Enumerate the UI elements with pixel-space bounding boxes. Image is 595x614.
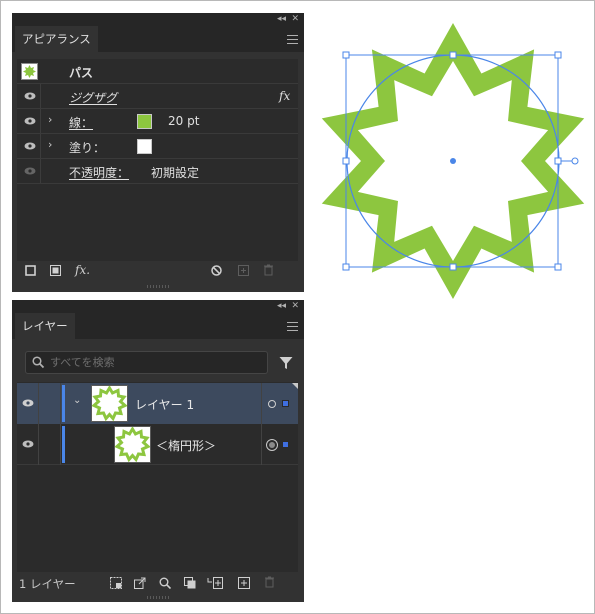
selection-indicator[interactable] — [282, 400, 289, 407]
handle-top-left[interactable] — [342, 51, 350, 59]
locate-object-icon[interactable] — [159, 577, 171, 589]
handle-bottom[interactable] — [449, 263, 457, 271]
search-icon — [32, 356, 45, 369]
duplicate-item-icon — [238, 265, 249, 279]
handle-right[interactable] — [554, 157, 562, 165]
selection-indicator[interactable] — [282, 441, 289, 448]
row-divider — [40, 159, 41, 183]
eye-icon[interactable] — [22, 399, 34, 407]
export-icon[interactable] — [134, 577, 146, 589]
row-divider — [40, 84, 41, 108]
pie-widget-handle[interactable] — [571, 157, 579, 165]
collapse-icon[interactable]: ◂◂ — [277, 300, 286, 313]
stroke-label[interactable]: 線： — [69, 114, 93, 131]
handle-left[interactable] — [342, 157, 350, 165]
target-circle-icon[interactable] — [268, 400, 276, 408]
zigzag-shape-icon — [91, 385, 128, 422]
fx-icon[interactable]: fx — [279, 89, 290, 103]
effect-label[interactable]: ジグザグ — [69, 89, 117, 106]
handle-bottom-left[interactable] — [342, 263, 350, 271]
stroke-weight-value[interactable]: 20 pt — [168, 114, 199, 128]
add-fill-icon[interactable] — [50, 265, 61, 279]
opacity-label[interactable]: 不透明度： — [69, 164, 129, 181]
chevron-right-icon[interactable]: › — [48, 113, 52, 126]
new-sublayer-icon[interactable] — [207, 577, 223, 589]
opacity-row[interactable]: 不透明度： 初期設定 — [17, 159, 298, 184]
tab-layers[interactable]: レイヤー — [15, 313, 75, 339]
appearance-list: パス ジグザグ fx › 線： 20 pt › 塗り： 不透明度： 初期設定 — [17, 59, 298, 261]
layer-count: 1 レイヤー — [19, 577, 76, 591]
search-field[interactable] — [25, 351, 268, 374]
sublayer-thumbnail — [114, 426, 151, 463]
handle-top-right[interactable] — [554, 51, 562, 59]
fill-label[interactable]: 塗り： — [69, 139, 105, 156]
column-divider — [38, 424, 39, 465]
row-divider — [40, 134, 41, 158]
delete-item-icon — [263, 264, 274, 279]
clipping-mask-icon[interactable] — [184, 577, 196, 589]
stroke-swatch[interactable] — [137, 114, 152, 129]
clear-appearance-icon[interactable] — [211, 265, 222, 279]
stroke-row[interactable]: › 線： 20 pt — [17, 109, 298, 134]
column-divider — [261, 424, 262, 465]
eye-icon[interactable] — [24, 167, 36, 175]
new-layer-icon[interactable] — [238, 577, 250, 589]
handle-top[interactable] — [449, 51, 457, 59]
close-icon[interactable]: ✕ — [291, 300, 299, 313]
appearance-header-row: パス — [17, 59, 298, 84]
layers-tab-row: レイヤー — [12, 313, 304, 339]
center-point — [450, 158, 456, 164]
column-divider — [38, 383, 39, 424]
object-type-label: パス — [69, 66, 94, 80]
search-input[interactable] — [50, 354, 260, 371]
close-icon[interactable]: ✕ — [291, 13, 299, 26]
layer-color-bar — [62, 385, 65, 422]
add-stroke-icon[interactable] — [25, 265, 36, 279]
add-effect-icon[interactable]: fx. — [75, 263, 90, 277]
path-thumbnail — [21, 63, 38, 80]
eye-icon[interactable] — [24, 117, 36, 125]
path-icon — [23, 65, 36, 78]
fill-swatch[interactable] — [137, 139, 152, 154]
corner-marker — [292, 383, 298, 389]
eye-icon[interactable] — [22, 440, 34, 448]
sublayer-name[interactable]: ＜楕円形＞ — [156, 437, 216, 454]
target-circle-icon[interactable] — [266, 439, 278, 451]
eye-icon[interactable] — [24, 92, 36, 100]
layer-name[interactable]: レイヤー 1 — [135, 396, 194, 413]
column-divider — [60, 383, 61, 424]
tab-appearance[interactable]: アピアランス — [15, 26, 98, 52]
panel-menu-icon[interactable] — [287, 322, 298, 331]
delete-layer-icon — [265, 576, 274, 588]
layer-row[interactable]: ⌄ レイヤー 1 — [17, 383, 298, 424]
layers-list: ⌄ レイヤー 1 ＜楕円形＞ — [17, 382, 298, 572]
layers-footer: 1 レイヤー — [17, 574, 298, 594]
eye-icon[interactable] — [24, 142, 36, 150]
fill-row[interactable]: › 塗り： — [17, 134, 298, 159]
collapse-icon[interactable]: ◂◂ — [277, 13, 286, 26]
artboard-canvas[interactable] — [305, 20, 595, 305]
effect-row-zigzag[interactable]: ジグザグ fx — [17, 84, 298, 109]
handle-bottom-right[interactable] — [554, 263, 562, 271]
column-divider — [60, 424, 61, 465]
filter-icon[interactable] — [279, 356, 293, 370]
chevron-right-icon[interactable]: › — [48, 138, 52, 151]
chevron-down-icon[interactable]: ⌄ — [73, 395, 81, 406]
collect-export-icon[interactable] — [110, 577, 122, 589]
row-divider — [40, 109, 41, 133]
appearance-footer: fx. — [17, 262, 298, 282]
zigzag-shape-icon — [114, 426, 151, 463]
panel-title-bar[interactable]: ◂◂ ✕ — [12, 13, 304, 26]
opacity-value: 初期設定 — [151, 166, 200, 180]
column-divider — [261, 383, 262, 424]
resize-grip[interactable] — [147, 596, 169, 599]
layer-thumbnail — [91, 385, 128, 422]
appearance-tab-row: アピアランス — [12, 26, 304, 52]
panel-menu-icon[interactable] — [287, 35, 298, 44]
layer-color-bar — [62, 426, 65, 463]
panel-title-bar[interactable]: ◂◂ ✕ — [12, 300, 304, 313]
resize-grip[interactable] — [147, 285, 169, 288]
sublayer-row[interactable]: ＜楕円形＞ — [17, 424, 298, 465]
